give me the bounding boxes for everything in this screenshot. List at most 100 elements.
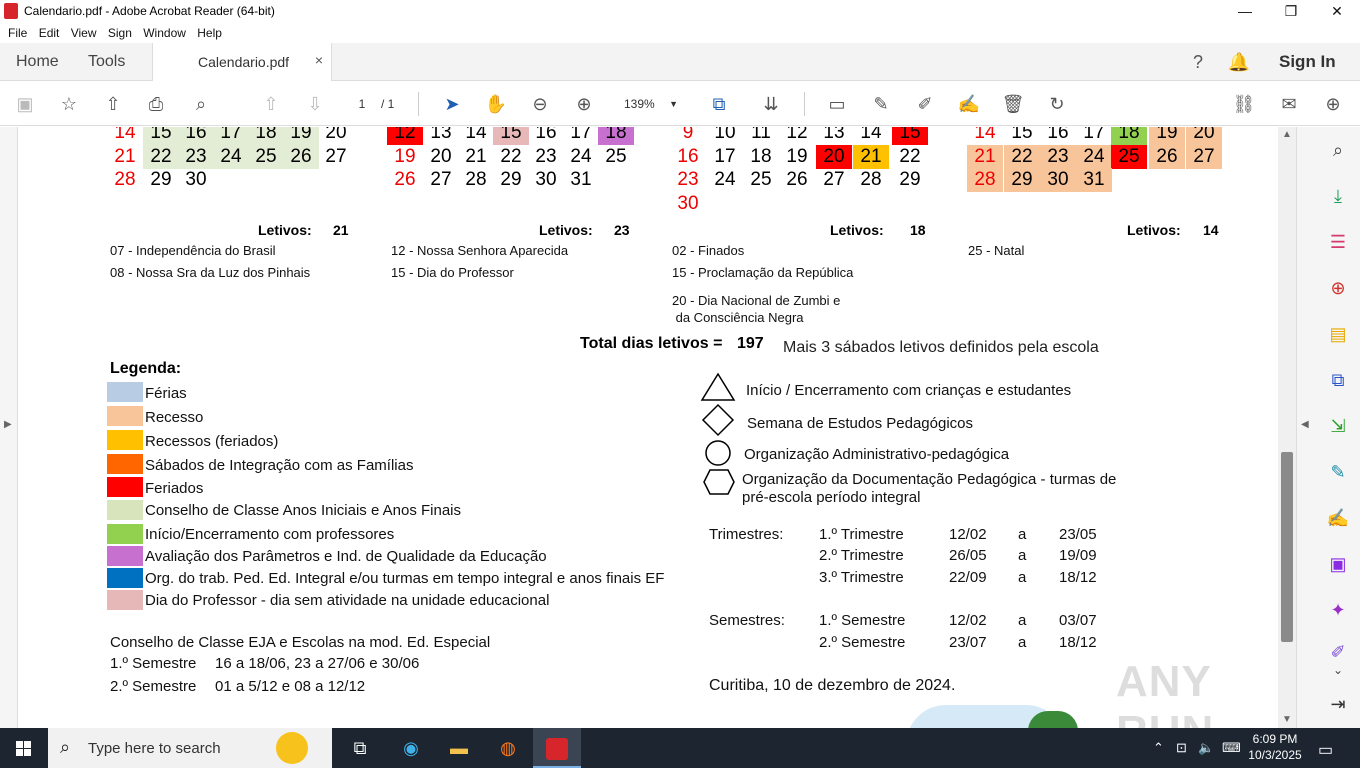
weather-sun-icon[interactable]: [276, 732, 308, 764]
previous-page-icon[interactable]: ⇧: [258, 91, 284, 117]
network-icon[interactable]: ⊡: [1176, 740, 1187, 756]
tab-home[interactable]: Home: [16, 53, 59, 71]
comment-icon[interactable]: ▭: [824, 91, 850, 117]
period-name: 2.º Semestre: [819, 634, 906, 651]
sign-in-button[interactable]: Sign In: [1279, 52, 1336, 72]
zoom-search-icon[interactable]: ⌕: [1323, 137, 1353, 163]
scroll-down-icon[interactable]: ▼: [1282, 714, 1292, 725]
period-sep: a: [1018, 526, 1027, 543]
calendar-day: 21: [853, 145, 889, 169]
calendar-day: 19: [283, 127, 319, 145]
file-explorer-icon[interactable]: ▬: [435, 728, 483, 768]
clock-time: 6:09 PM: [1252, 732, 1298, 746]
minimize-button[interactable]: —: [1222, 0, 1268, 22]
hand-icon[interactable]: ✋: [483, 91, 509, 117]
taskbar: ⌕ Type here to search ⧉ ◉ ▬ ◍ ⌃ ⊡ 🔈 ⌨ 6:…: [0, 728, 1360, 768]
calendar-day: 23: [178, 145, 214, 169]
edit-pdf-icon[interactable]: ✎: [1323, 459, 1353, 485]
holiday-item: 25 - Natal: [968, 243, 1025, 258]
fill-sign-icon[interactable]: ✍: [1323, 505, 1353, 531]
calendar-day: 19: [394, 146, 416, 167]
language-icon[interactable]: ⌨: [1222, 740, 1241, 756]
save-icon[interactable]: ▣: [12, 91, 38, 117]
star-icon[interactable]: ☆: [56, 91, 82, 117]
calendar-day: 28: [465, 169, 487, 190]
next-page-icon[interactable]: ⇩: [302, 91, 328, 117]
document-view[interactable]: 14 15 16 17 18 19 20 21 22 23 24 25 26 2…: [18, 127, 1278, 728]
chevron-down-icon[interactable]: ⌄: [1323, 657, 1353, 683]
delete-icon[interactable]: 🗑: [1000, 91, 1026, 117]
legend-label: Início/Encerramento com professores: [145, 526, 395, 543]
organize-pages-icon[interactable]: ☰: [1323, 229, 1353, 255]
collapse-panel-icon[interactable]: ◀: [1301, 419, 1309, 430]
taskbar-clock[interactable]: 6:09 PM 10/3/2025: [1244, 731, 1306, 763]
page-number-input[interactable]: 1: [346, 93, 378, 115]
expand-panel-icon[interactable]: ⇥: [1323, 691, 1353, 717]
vertical-scrollbar[interactable]: ▲ ▼: [1278, 127, 1296, 728]
calendar-day: 24: [213, 145, 249, 169]
print-icon[interactable]: ⎙: [143, 91, 169, 117]
link-icon[interactable]: ⛓: [1231, 91, 1257, 117]
upload-icon[interactable]: ⇧: [100, 91, 126, 117]
letivos-label: Letivos:: [830, 222, 884, 238]
compress-pdf-icon[interactable]: ⇲: [1323, 413, 1353, 439]
maximize-button[interactable]: ❐: [1268, 0, 1314, 22]
scroll-up-icon[interactable]: ▲: [1282, 129, 1292, 140]
create-pdf-icon[interactable]: ⊕: [1323, 275, 1353, 301]
tab-tools[interactable]: Tools: [88, 53, 125, 71]
mail-icon[interactable]: ✉: [1276, 91, 1302, 117]
legend-swatch: [107, 477, 143, 497]
close-window-button[interactable]: ✕: [1314, 0, 1360, 22]
request-signature-icon[interactable]: ✦: [1323, 597, 1353, 623]
menu-edit[interactable]: Edit: [35, 22, 64, 40]
holiday-item: 07 - Independência do Brasil: [110, 243, 276, 258]
draw-icon[interactable]: ✐: [912, 91, 938, 117]
page-layout-icon[interactable]: ⧉: [706, 91, 732, 117]
zoom-search-icon[interactable]: ⌕: [188, 91, 214, 117]
menu-window[interactable]: Window: [139, 22, 190, 40]
acrobat-taskbar-icon[interactable]: [533, 728, 581, 768]
windows-start-icon[interactable]: [0, 728, 48, 768]
period-start: 22/09: [949, 569, 987, 586]
bell-icon[interactable]: 🔔: [1227, 50, 1251, 74]
protect-icon[interactable]: ▣: [1323, 551, 1353, 577]
zoom-in-icon[interactable]: ⊕: [571, 91, 597, 117]
calendar-day: 28: [967, 168, 1003, 192]
scrollbar-thumb[interactable]: [1281, 452, 1293, 642]
export-pdf-icon[interactable]: ⤓: [1323, 183, 1353, 209]
holiday-item: 02 - Finados: [672, 243, 745, 258]
left-rail: ▶: [0, 127, 18, 728]
menu-sign[interactable]: Sign: [104, 22, 136, 40]
scrolling-mode-icon[interactable]: ⇊: [758, 91, 784, 117]
add-user-icon[interactable]: ⊕: [1320, 91, 1346, 117]
firefox-icon[interactable]: ◍: [484, 728, 532, 768]
combine-files-icon[interactable]: ⧉: [1323, 367, 1353, 393]
zoom-select[interactable]: 139% ▼: [612, 93, 688, 115]
sign-icon[interactable]: ✍: [956, 91, 982, 117]
rotate-icon[interactable]: ↻: [1044, 91, 1070, 117]
volume-icon[interactable]: 🔈: [1198, 740, 1214, 756]
calendar-day: 18: [1111, 127, 1147, 145]
tab-document[interactable]: Calendario.pdf ×: [152, 43, 332, 81]
zoom-out-icon[interactable]: ⊖: [527, 91, 553, 117]
calendar-day: 27: [1186, 145, 1222, 169]
menu-view[interactable]: View: [67, 22, 101, 40]
close-tab-icon[interactable]: ×: [315, 52, 323, 68]
tray-chevron-icon[interactable]: ⌃: [1153, 740, 1164, 756]
expand-left-panel-icon[interactable]: ▶: [4, 419, 12, 430]
comment-icon[interactable]: ▤: [1323, 321, 1353, 347]
hexagon-icon: [703, 469, 735, 495]
menu-help[interactable]: Help: [193, 22, 226, 40]
select-cursor-icon[interactable]: ➤: [439, 91, 465, 117]
period-start: 12/02: [949, 526, 987, 543]
edge-icon[interactable]: ◉: [387, 728, 435, 768]
notifications-icon[interactable]: ▭: [1318, 740, 1333, 760]
taskbar-search[interactable]: ⌕ Type here to search: [48, 728, 332, 768]
menu-file[interactable]: File: [0, 22, 31, 40]
calendar-day: 30: [535, 169, 557, 190]
shape-label: Semana de Estudos Pedagógicos: [747, 415, 973, 432]
task-view-icon[interactable]: ⧉: [336, 728, 384, 768]
highlight-pen-icon[interactable]: ✎: [868, 91, 894, 117]
help-icon[interactable]: ?: [1186, 50, 1210, 74]
letivos-value: 23: [614, 222, 630, 238]
